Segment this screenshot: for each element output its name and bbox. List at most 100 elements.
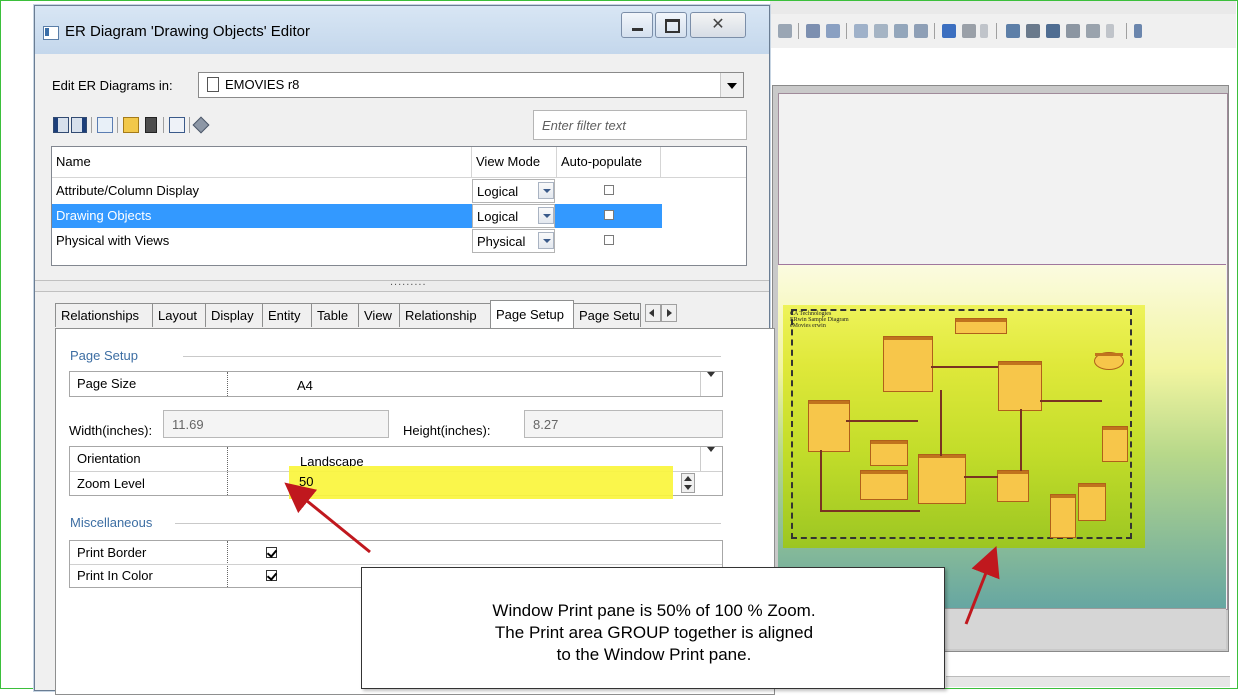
copy-icon[interactable] (806, 24, 820, 38)
grid-header: Name View Mode Auto-populate (52, 147, 746, 178)
column-header-view-mode[interactable]: View Mode (472, 147, 557, 177)
relationship-line (1040, 400, 1102, 402)
table-row[interactable]: Attribute/Column Display Logical (52, 179, 662, 203)
network-icon[interactable] (1046, 24, 1060, 38)
properties-icon[interactable] (192, 116, 210, 134)
callout-line: Window Print pane is 50% of 100 % Zoom. (492, 601, 816, 620)
annotation-callout: Window Print pane is 50% of 100 % Zoom. … (361, 567, 945, 689)
chevron-down-icon[interactable] (720, 73, 743, 97)
tab-scroll-right[interactable] (661, 304, 677, 322)
panel-splitter[interactable]: ......... (35, 276, 769, 292)
chevron-left-icon (649, 309, 654, 317)
chevron-down-icon[interactable] (538, 207, 554, 224)
tree-icon[interactable] (1006, 24, 1020, 38)
callout-text: Window Print pane is 50% of 100 % Zoom. … (362, 600, 946, 666)
chevron-down-icon[interactable] (538, 182, 554, 199)
model-select[interactable]: EMOVIES r8 (198, 72, 744, 98)
grid-icon[interactable] (854, 24, 868, 38)
diagram-title-box: CA Technologies ERwin Sample Diagram eMo… (790, 311, 860, 329)
zoom-stepper[interactable] (681, 473, 695, 493)
zoom-level-input[interactable]: 50 (299, 474, 313, 489)
dialog-titlebar[interactable]: ER Diagram 'Drawing Objects' Editor ✕ (35, 6, 769, 54)
refresh-icon[interactable] (874, 24, 888, 38)
minimize-button[interactable] (621, 12, 653, 38)
zoom-highlight (289, 466, 673, 499)
model-select-value: EMOVIES r8 (225, 77, 300, 92)
tab-layout[interactable]: Layout (152, 303, 206, 327)
new-icon[interactable] (123, 117, 139, 133)
auto-populate-checkbox[interactable] (604, 210, 614, 220)
tab-table[interactable]: Table (311, 303, 359, 327)
report-icon[interactable] (1086, 24, 1100, 38)
auto-populate-checkbox[interactable] (604, 185, 614, 195)
page-setup-section-label: Page Setup (70, 348, 138, 363)
diagram-entity[interactable] (997, 470, 1029, 502)
filter-box[interactable] (533, 110, 747, 140)
print-border-label: Print Border (77, 545, 147, 560)
diagram-entity[interactable] (918, 454, 966, 504)
close-button[interactable]: ✕ (690, 12, 746, 38)
callout-line: The Print area GROUP together is aligned (494, 623, 814, 642)
column-header-auto-populate[interactable]: Auto-populate (557, 147, 661, 177)
chevron-right-icon (667, 309, 672, 317)
zoom-level-label: Zoom Level (77, 476, 145, 491)
relationship-line (820, 510, 920, 512)
maximize-button[interactable] (655, 12, 687, 38)
dropdown-icon[interactable] (1106, 24, 1114, 38)
dialog-title: ER Diagram 'Drawing Objects' Editor (65, 23, 310, 40)
dropdown-icon[interactable] (980, 24, 988, 38)
tab-page-setup-2[interactable]: Page Setu (573, 303, 641, 327)
tab-display[interactable]: Display (205, 303, 263, 327)
diagram-entity[interactable] (1050, 494, 1076, 538)
page-size-select[interactable]: A4 (290, 372, 690, 400)
diagram-entity[interactable] (870, 440, 908, 466)
zoom-icon[interactable] (894, 24, 908, 38)
text-icon[interactable] (1134, 24, 1142, 38)
toolbar-separator (189, 117, 190, 133)
gear-icon[interactable] (1026, 24, 1040, 38)
tab-entity[interactable]: Entity (262, 303, 312, 327)
delete-icon[interactable] (145, 117, 157, 133)
print-border-checkbox[interactable] (266, 547, 277, 558)
section-divider (183, 356, 721, 357)
users-icon[interactable] (962, 24, 976, 38)
chevron-down-icon[interactable] (700, 447, 723, 471)
height-field: 8.27 (524, 410, 723, 438)
copy-icon[interactable] (169, 117, 185, 133)
window-icon (43, 26, 59, 40)
tab-page-setup[interactable]: Page Setup (490, 300, 574, 328)
lock-icon[interactable] (778, 24, 792, 38)
tab-relationship[interactable]: Relationship (399, 303, 491, 327)
diagram-entity[interactable] (955, 318, 1007, 334)
last-icon[interactable] (71, 117, 87, 133)
arrow-icon[interactable] (1066, 24, 1080, 38)
table-row[interactable]: Physical with Views Physical (52, 229, 662, 253)
layout-icon[interactable] (914, 24, 928, 38)
filter-input[interactable] (534, 111, 746, 139)
print-in-color-checkbox[interactable] (266, 570, 277, 581)
diagram-entity[interactable] (998, 361, 1042, 411)
model-icon[interactable] (942, 24, 956, 38)
column-header-name[interactable]: Name (52, 147, 472, 177)
diagram-entity[interactable] (1078, 483, 1106, 521)
toolbar-separator (117, 117, 118, 133)
auto-populate-checkbox[interactable] (604, 235, 614, 245)
first-icon[interactable] (53, 117, 69, 133)
toolbar-separator (846, 23, 847, 39)
diagram-entity[interactable] (883, 336, 933, 392)
table-icon[interactable] (826, 24, 840, 38)
tab-scroll-left[interactable] (645, 304, 661, 322)
diagram-entity[interactable] (860, 470, 908, 500)
close-icon: ✕ (711, 16, 725, 33)
diagram-entity[interactable] (808, 400, 850, 452)
chevron-down-icon[interactable] (700, 372, 723, 396)
diagram-entity[interactable] (1094, 352, 1124, 370)
tab-relationships[interactable]: Relationships (55, 303, 153, 327)
tab-view[interactable]: View (358, 303, 400, 327)
table-row[interactable]: Drawing Objects Logical (52, 204, 662, 228)
diagram-entity[interactable] (1102, 426, 1128, 462)
sort-icon[interactable] (97, 117, 113, 133)
chevron-down-icon[interactable] (538, 232, 554, 249)
relationship-line (964, 476, 998, 478)
canvas-horizontal-scrollbar[interactable] (946, 676, 1230, 687)
